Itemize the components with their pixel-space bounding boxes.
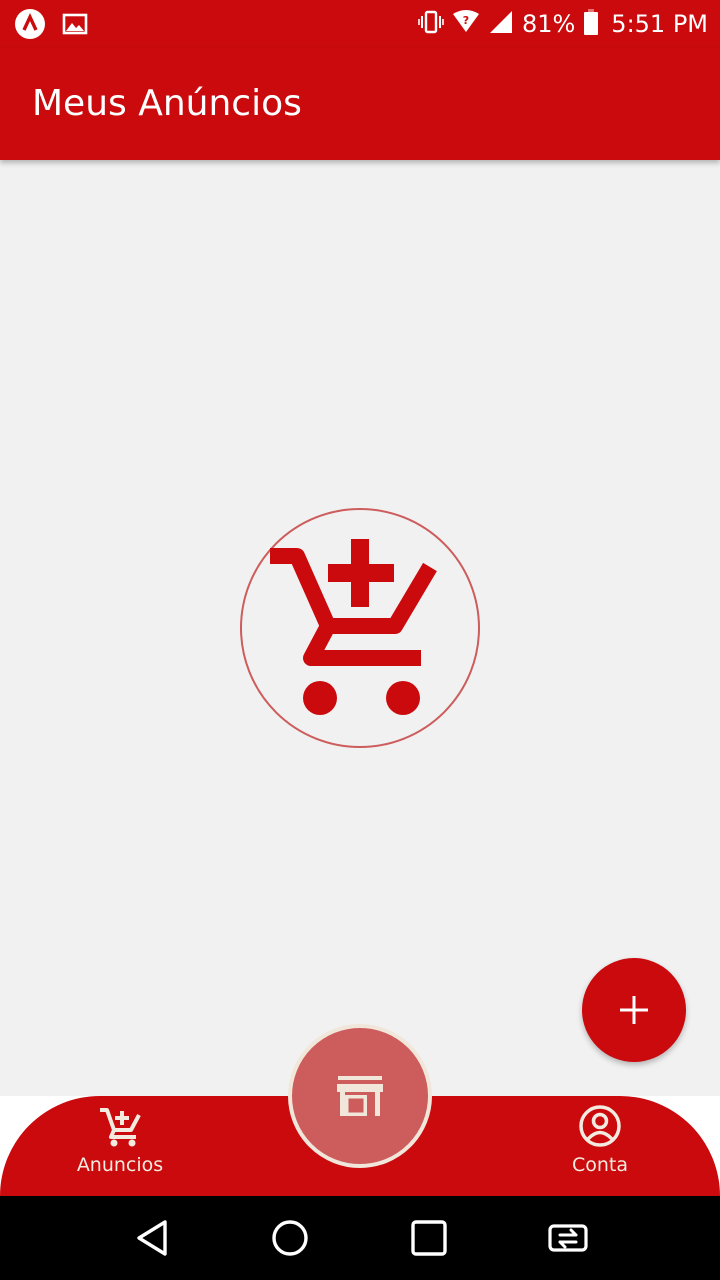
svg-text:?: ? <box>463 14 469 27</box>
app-notification-icon <box>15 9 45 39</box>
nav-item-anuncios[interactable]: Anuncios <box>40 1104 200 1192</box>
recents-button[interactable] <box>404 1213 454 1263</box>
switch-app-button[interactable] <box>543 1213 593 1263</box>
cart-icon <box>100 1108 141 1147</box>
add-ad-fab[interactable] <box>582 958 686 1062</box>
nav-item-conta[interactable]: Conta <box>520 1104 680 1192</box>
nav-label-anuncios: Anuncios <box>76 1154 164 1176</box>
back-button[interactable] <box>127 1213 177 1263</box>
switch-app-icon <box>548 1224 588 1252</box>
home-button[interactable] <box>265 1213 315 1263</box>
image-notification-icon <box>60 9 90 39</box>
app-bar: Meus Anúncios <box>0 48 720 160</box>
plus-icon <box>620 996 648 1024</box>
store-icon <box>337 1076 383 1116</box>
page-title: Meus Anúncios <box>32 83 302 124</box>
recents-icon <box>411 1220 447 1256</box>
battery-percent: 81% <box>521 10 576 38</box>
empty-state-illustration <box>240 508 480 748</box>
store-button[interactable] <box>288 1024 432 1168</box>
account-circle-icon <box>579 1105 621 1147</box>
add-to-cart-icon <box>240 508 480 748</box>
system-navigation-bar <box>0 1196 720 1280</box>
vibrate-icon <box>418 9 444 39</box>
signal-icon <box>488 9 514 39</box>
nav-label-conta: Conta <box>571 1154 629 1176</box>
status-bar: ? 81% 5:51 PM <box>0 0 720 48</box>
battery-icon <box>583 8 599 40</box>
back-icon <box>137 1220 167 1256</box>
wifi-icon: ? <box>452 10 480 38</box>
status-time: 5:51 PM <box>611 10 708 38</box>
home-icon <box>272 1220 308 1256</box>
